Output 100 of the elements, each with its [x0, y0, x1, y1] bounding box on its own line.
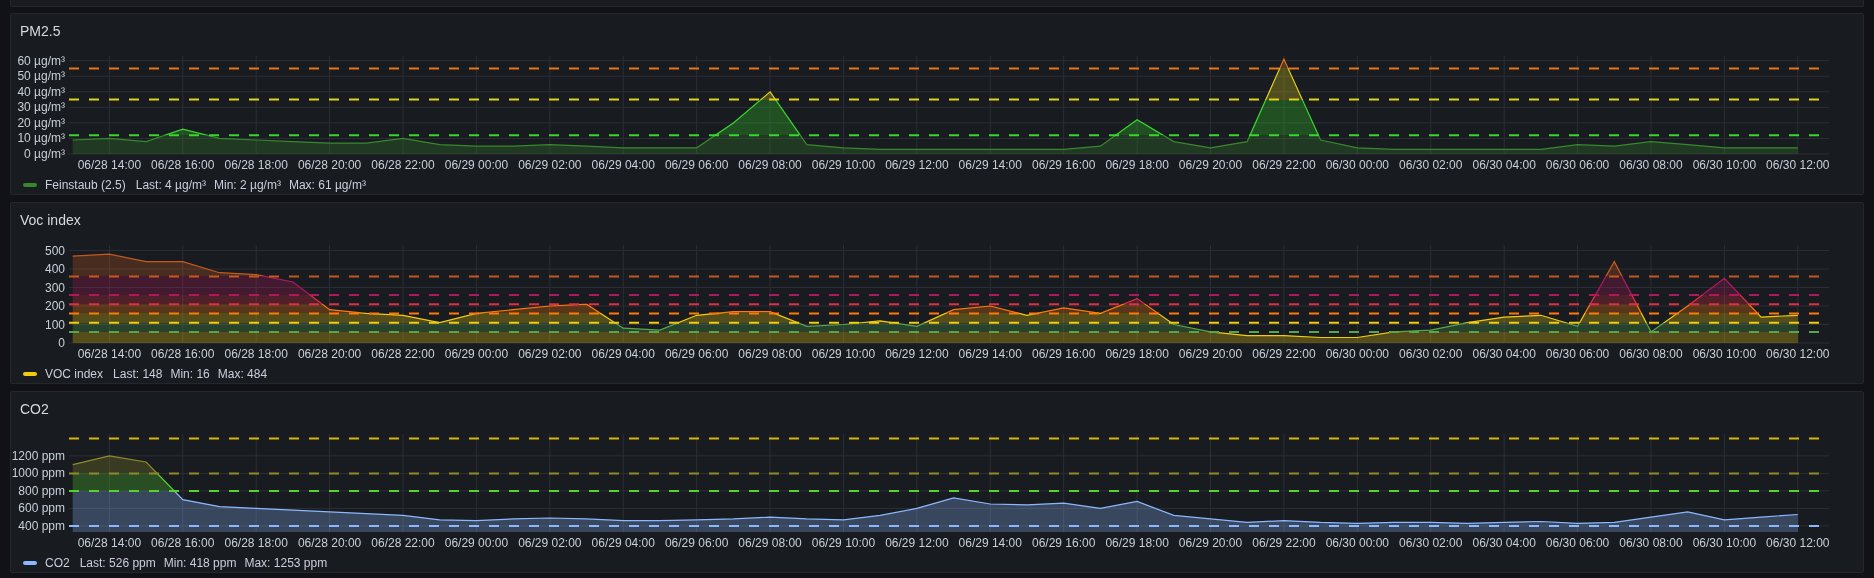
axis-tick-label: 06/29 14:00	[958, 536, 1022, 550]
axis-tick-label: 06/29 08:00	[738, 158, 802, 172]
axis-tick-label: 40 µg/m³	[17, 84, 65, 99]
axis-tick-label: 06/29 10:00	[811, 158, 876, 172]
axis-tick-label: 1200 ppm	[11, 448, 65, 463]
axis-tick-label: 06/29 02:00	[518, 536, 582, 550]
legend-stat: Max: 484	[217, 367, 268, 381]
axis-tick-label: 30 µg/m³	[17, 100, 65, 115]
axis-tick-label: 06/28 14:00	[77, 347, 142, 361]
axis-tick-label: 06/29 10:00	[811, 347, 876, 361]
axis-tick-label: 06/30 10:00	[1692, 347, 1757, 361]
axis-tick-label: 06/29 08:00	[738, 347, 802, 361]
axis-tick-label: 06/28 14:00	[77, 536, 142, 550]
axis-tick-label: 06/29 04:00	[591, 347, 655, 361]
axis-tick-label: 800 ppm	[18, 483, 65, 498]
axis-tick-label: 06/28 22:00	[371, 347, 435, 361]
axis-tick-label: 06/29 22:00	[1252, 158, 1316, 172]
legend-label[interactable]: VOC index	[45, 367, 104, 381]
axis-tick-label: 600 ppm	[18, 501, 65, 516]
axis-tick-label: 06/29 12:00	[885, 536, 949, 550]
axis-tick-label: 300	[44, 280, 65, 295]
axis-tick-label: 06/30 06:00	[1545, 536, 1610, 550]
axis-tick-label: 06/29 02:00	[518, 347, 582, 361]
axis-tick-label: 100	[44, 317, 65, 332]
axis-tick-label: 06/30 02:00	[1399, 536, 1463, 550]
axis-tick-label: 06/30 06:00	[1545, 347, 1610, 361]
axis-tick-label: 06/30 08:00	[1619, 347, 1683, 361]
axis-tick-label: 06/29 12:00	[885, 158, 949, 172]
axis-tick-label: 06/28 16:00	[151, 536, 215, 550]
legend-stat: Max: 1253 ppm	[244, 556, 328, 570]
axis-tick-label: 06/28 16:00	[151, 347, 215, 361]
axis-tick-label: 06/30 08:00	[1619, 158, 1683, 172]
axis-tick-label: 0 µg/m³	[24, 147, 65, 161]
axis-tick-label: 06/29 20:00	[1178, 158, 1243, 172]
axis-tick-label: 06/28 20:00	[297, 347, 362, 361]
legend-label[interactable]: CO2	[45, 556, 70, 570]
axis-tick-label: 06/30 06:00	[1545, 158, 1610, 172]
axis-tick-label: 06/28 22:00	[371, 158, 435, 172]
axis-tick-label: 400	[44, 262, 65, 277]
axis-tick-label: 06/30 12:00	[1766, 347, 1830, 361]
legend-stat: Min: 418 ppm	[163, 556, 237, 570]
axis-tick-label: 06/29 12:00	[885, 347, 949, 361]
axis-tick-label: 06/29 18:00	[1105, 347, 1169, 361]
axis-tick-label: 0	[58, 336, 65, 350]
legend-stat: Last: 526 ppm	[79, 556, 156, 570]
axis-tick-label: 500	[44, 245, 65, 258]
axis-tick-label: 06/28 20:00	[297, 158, 362, 172]
axis-tick-label: 06/30 04:00	[1472, 347, 1536, 361]
axis-tick-label: 06/28 18:00	[224, 158, 288, 172]
axis-tick-label: 50 µg/m³	[17, 69, 65, 84]
axis-tick-label: 06/29 08:00	[738, 536, 802, 550]
axis-tick-label: 06/29 16:00	[1032, 536, 1096, 550]
axis-tick-label: 06/28 18:00	[224, 347, 288, 361]
axis-tick-label: 06/30 02:00	[1399, 347, 1463, 361]
axis-tick-label: 06/30 00:00	[1325, 347, 1390, 361]
axis-tick-label: 06/29 06:00	[664, 158, 729, 172]
axis-tick-label: 06/29 22:00	[1252, 347, 1316, 361]
legend-stat: Min: 2 µg/m³	[214, 178, 281, 192]
axis-tick-label: 06/29 00:00	[444, 158, 509, 172]
axis-tick-label: 06/29 10:00	[811, 536, 876, 550]
axis-tick-label: 06/30 04:00	[1472, 536, 1536, 550]
axis-tick-label: 06/29 14:00	[958, 347, 1022, 361]
axis-tick-label: 06/29 04:00	[591, 536, 655, 550]
axis-tick-label: 06/28 18:00	[224, 536, 288, 550]
axis-tick-label: 06/29 06:00	[664, 347, 729, 361]
axis-tick-label: 06/30 04:00	[1472, 158, 1536, 172]
axis-tick-label: 06/30 10:00	[1692, 536, 1757, 550]
panel-title: Voc index	[20, 211, 81, 229]
legend-label[interactable]: Feinstaub (2.5)	[45, 178, 126, 192]
axis-tick-label: 06/28 14:00	[77, 158, 142, 172]
axis-tick-label: 06/29 02:00	[518, 158, 582, 172]
axis-tick-label: 06/28 22:00	[371, 536, 435, 550]
axis-tick-label: 06/30 02:00	[1399, 158, 1463, 172]
axis-tick-label: 06/29 04:00	[591, 158, 655, 172]
axis-tick-label: 400 ppm	[18, 518, 65, 533]
axis-tick-label: 06/29 20:00	[1178, 536, 1243, 550]
panel-title: PM2.5	[20, 22, 61, 40]
legend-stat: Max: 61 µg/m³	[288, 178, 366, 192]
axis-tick-label: 06/29 16:00	[1032, 158, 1096, 172]
axis-tick-label: 06/29 18:00	[1105, 158, 1169, 172]
axis-tick-label: 06/30 12:00	[1766, 536, 1830, 550]
axis-tick-label: 06/30 12:00	[1766, 158, 1830, 172]
legend-stat: Last: 148	[113, 367, 163, 381]
axis-tick-label: 06/29 00:00	[444, 536, 509, 550]
axis-tick-label: 06/30 08:00	[1619, 536, 1683, 550]
axis-tick-label: 06/28 16:00	[151, 158, 215, 172]
panel-title: CO2	[20, 400, 49, 418]
axis-tick-label: 06/28 20:00	[297, 536, 362, 550]
axis-tick-label: 20 µg/m³	[17, 115, 65, 130]
axis-tick-label: 06/29 06:00	[664, 536, 729, 550]
axis-tick-label: 10 µg/m³	[17, 131, 65, 146]
legend-stat: Min: 16	[170, 367, 210, 381]
axis-tick-label: 06/29 16:00	[1032, 347, 1096, 361]
axis-tick-label: 1000 ppm	[11, 466, 65, 481]
axis-tick-label: 06/30 10:00	[1692, 158, 1757, 172]
axis-tick-label: 60 µg/m³	[17, 56, 65, 68]
axis-tick-label: 06/29 14:00	[958, 158, 1022, 172]
axis-tick-label: 06/29 00:00	[444, 347, 509, 361]
axis-tick-label: 06/30 00:00	[1325, 158, 1390, 172]
axis-tick-label: 06/29 20:00	[1178, 347, 1243, 361]
